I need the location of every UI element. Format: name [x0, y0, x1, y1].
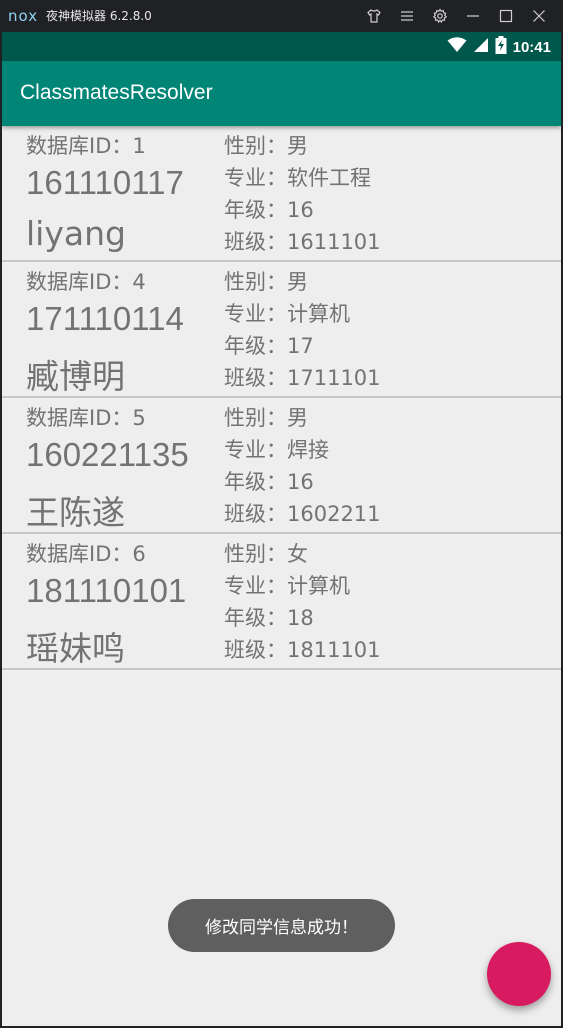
add-fab-button[interactable] — [487, 942, 551, 1006]
student-list: 数据库ID：1 161110117 liyang 性别：男 专业：软件工程 年级… — [2, 126, 561, 670]
grade: 年级：16 — [224, 470, 314, 494]
student-name: 瑶妹鸣 — [26, 629, 125, 668]
student-number: 160221135 — [26, 436, 189, 473]
phone-screen: 10:41 ClassmatesResolver 数据库ID：1 1611101… — [2, 32, 561, 1026]
minimize-icon[interactable] — [456, 6, 489, 26]
db-id: 数据库ID：1 — [26, 134, 146, 158]
maximize-icon[interactable] — [489, 6, 522, 26]
grade: 年级：17 — [224, 334, 314, 358]
list-item[interactable]: 数据库ID：6 181110101 瑶妹鸣 性别：女 专业：计算机 年级：18 … — [2, 534, 561, 670]
window-controls — [357, 6, 555, 26]
student-number: 161110117 — [26, 164, 184, 201]
grade: 年级：16 — [224, 198, 314, 222]
student-name: 臧博明 — [26, 357, 125, 396]
emulator-title-bar: nox 夜神模拟器 6.2.8.0 — [0, 0, 563, 32]
nox-logo: nox — [8, 7, 39, 25]
grade: 年级：18 — [224, 606, 314, 630]
status-icons: 10:41 — [447, 36, 551, 58]
major: 专业：焊接 — [224, 438, 329, 462]
app-bar: ClassmatesResolver — [2, 61, 561, 126]
emulator-title: 夜神模拟器 6.2.8.0 — [46, 9, 152, 23]
list-item[interactable]: 数据库ID：5 160221135 王陈遂 性别：男 专业：焊接 年级：16 班… — [2, 398, 561, 534]
class: 班级：1602211 — [224, 502, 381, 526]
app-title: ClassmatesResolver — [20, 81, 213, 104]
db-id: 数据库ID：6 — [26, 542, 146, 566]
emulator-window: nox 夜神模拟器 6.2.8.0 10:41 ClassmatesResolv… — [0, 0, 563, 1028]
signal-icon — [473, 37, 489, 57]
student-number: 171110114 — [26, 300, 184, 337]
gear-icon[interactable] — [423, 6, 456, 26]
class: 班级：1811101 — [224, 638, 381, 662]
status-time: 10:41 — [512, 38, 551, 56]
student-name: 王陈遂 — [26, 493, 125, 532]
student-number: 181110101 — [26, 572, 187, 609]
db-id: 数据库ID：5 — [26, 406, 146, 430]
list-item[interactable]: 数据库ID：4 171110114 臧博明 性别：男 专业：计算机 年级：17 … — [2, 262, 561, 398]
status-bar: 10:41 — [2, 32, 561, 61]
list-item[interactable]: 数据库ID：1 161110117 liyang 性别：男 专业：软件工程 年级… — [2, 126, 561, 262]
class: 班级：1611101 — [224, 230, 381, 254]
wifi-icon — [447, 37, 467, 57]
gender: 性别：男 — [224, 406, 308, 430]
student-name: liyang — [26, 214, 126, 253]
major: 专业：计算机 — [224, 574, 350, 598]
db-id: 数据库ID：4 — [26, 270, 146, 294]
close-icon[interactable] — [522, 6, 555, 26]
major: 专业：计算机 — [224, 302, 350, 326]
battery-charging-icon — [495, 36, 507, 58]
shirt-icon[interactable] — [357, 6, 390, 26]
gender: 性别：男 — [224, 270, 308, 294]
gender: 性别：男 — [224, 134, 308, 158]
menu-icon[interactable] — [390, 6, 423, 26]
major: 专业：软件工程 — [224, 166, 371, 190]
class: 班级：1711101 — [224, 366, 381, 390]
gender: 性别：女 — [224, 542, 308, 566]
toast-message: 修改同学信息成功！ — [168, 899, 395, 952]
